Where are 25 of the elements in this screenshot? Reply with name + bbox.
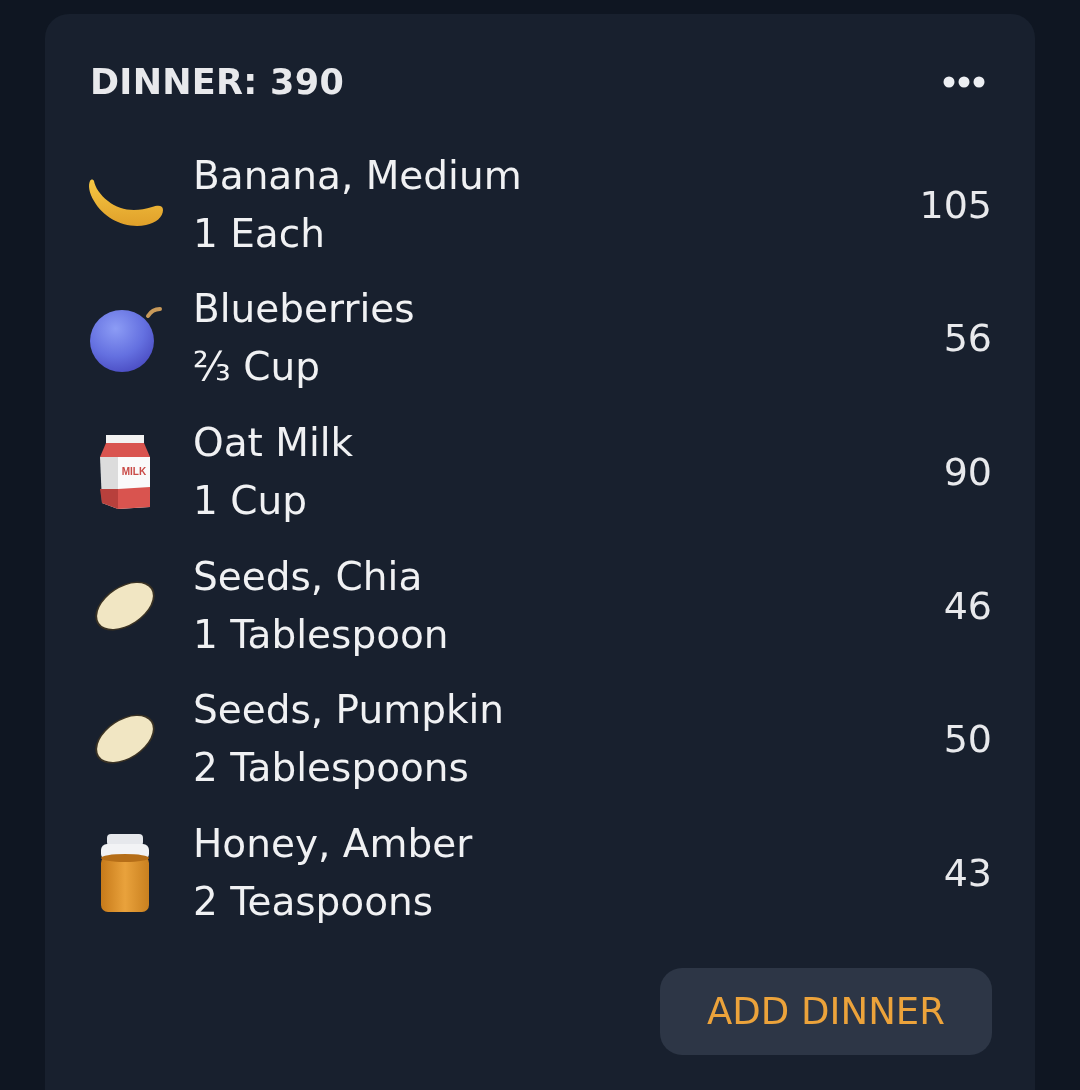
calorie-count: 56 <box>943 316 992 361</box>
serving-amount: 2 Tablespoons <box>193 744 470 793</box>
serving-amount: 2 Teaspoons <box>193 877 435 926</box>
serving-amount: 1 Cup <box>193 477 308 525</box>
food-name: Seeds, Pumpkin <box>193 686 506 735</box>
serving-amount: 1 Each <box>193 209 326 258</box>
calorie-count: 46 <box>943 583 992 628</box>
calorie-count: 90 <box>943 450 992 494</box>
food-name: Banana, Medium <box>193 151 523 200</box>
calorie-count: 105 <box>919 182 992 227</box>
more-button[interactable] <box>943 76 985 88</box>
serving-amount: ⅔ Cup <box>193 343 321 392</box>
serving-amount: 1 Tablespoon <box>193 610 450 659</box>
food-name: Blueberries <box>193 285 416 334</box>
add-dinner-button[interactable]: ADD DINNER <box>660 967 992 1055</box>
food-name: Seeds, Chia <box>193 552 424 601</box>
milk-carton-icon <box>100 435 150 509</box>
meal-title: DINNER: 390 <box>90 62 345 102</box>
food-name: Honey, Amber <box>193 819 474 868</box>
calorie-count: 50 <box>943 717 992 762</box>
more-icon <box>943 76 985 88</box>
food-name: Oat Milk <box>193 419 355 467</box>
carton-label: MILK <box>121 466 147 477</box>
honey-jar-icon <box>99 833 151 912</box>
calorie-count: 43 <box>943 850 992 895</box>
